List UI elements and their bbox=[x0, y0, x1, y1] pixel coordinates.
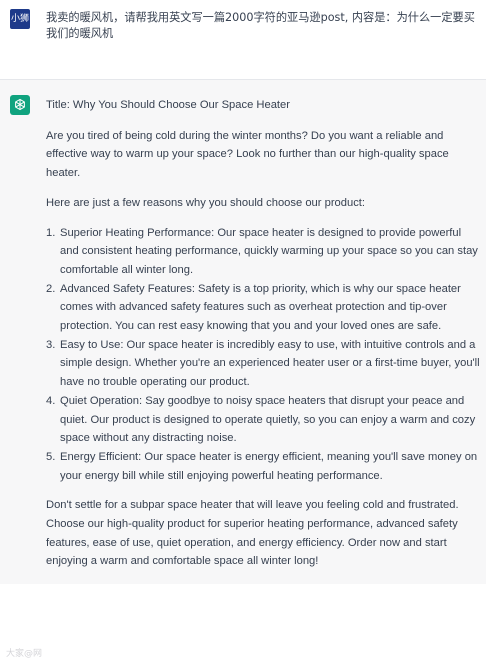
reasons-list: 1. Superior Heating Performance: Our spa… bbox=[46, 224, 480, 486]
list-item-text: Easy to Use: Our space heater is incredi… bbox=[60, 338, 480, 389]
response-title: Title: Why You Should Choose Our Space H… bbox=[46, 99, 290, 111]
list-item-number: 4. bbox=[46, 394, 56, 407]
list-item-text: Advanced Safety Features: Safety is a to… bbox=[60, 282, 461, 333]
list-item: 4. Quiet Operation: Say goodbye to noisy… bbox=[46, 392, 480, 448]
watermark: 大家@网 bbox=[6, 649, 43, 659]
list-item-number: 2. bbox=[46, 282, 56, 295]
openai-logo-icon-svg bbox=[15, 98, 25, 111]
openai-logo-icon bbox=[10, 95, 30, 115]
list-item-number: 5. bbox=[46, 450, 56, 463]
list-item-text: Superior Heating Performance: Our space … bbox=[60, 226, 478, 276]
list-item: 1. Superior Heating Performance: Our spa… bbox=[46, 224, 480, 280]
list-item: 5. Energy Efficient: Our space heater is… bbox=[46, 448, 480, 485]
list-item-text: Quiet Operation: Say goodbye to noisy sp… bbox=[60, 394, 476, 445]
assistant-message-body: Title: Why You Should Choose Our Space H… bbox=[46, 96, 480, 571]
user-message-text: 我卖的暖风机，请帮我用英文写一篇2000字符的亚马逊post, 内容是：为什么一… bbox=[46, 11, 475, 40]
user-message: 小狮 我卖的暖风机，请帮我用英文写一篇2000字符的亚马逊post, 内容是：为… bbox=[0, 0, 486, 80]
assistant-message: Title: Why You Should Choose Our Space H… bbox=[0, 80, 486, 659]
list-item: 3. Easy to Use: Our space heater is incr… bbox=[46, 336, 480, 392]
response-intro: Are you tired of being cold during the w… bbox=[46, 129, 449, 180]
list-item-number: 1. bbox=[46, 226, 56, 239]
response-closing: Don't settle for a subpar space heater t… bbox=[46, 499, 459, 568]
list-item-number: 3. bbox=[46, 338, 56, 351]
list-item: 2. Advanced Safety Features: Safety is a… bbox=[46, 280, 480, 336]
user-avatar: 小狮 bbox=[10, 9, 30, 29]
response-lead: Here are just a few reasons why you shou… bbox=[46, 196, 366, 209]
list-item-text: Energy Efficient: Our space heater is en… bbox=[60, 450, 478, 482]
